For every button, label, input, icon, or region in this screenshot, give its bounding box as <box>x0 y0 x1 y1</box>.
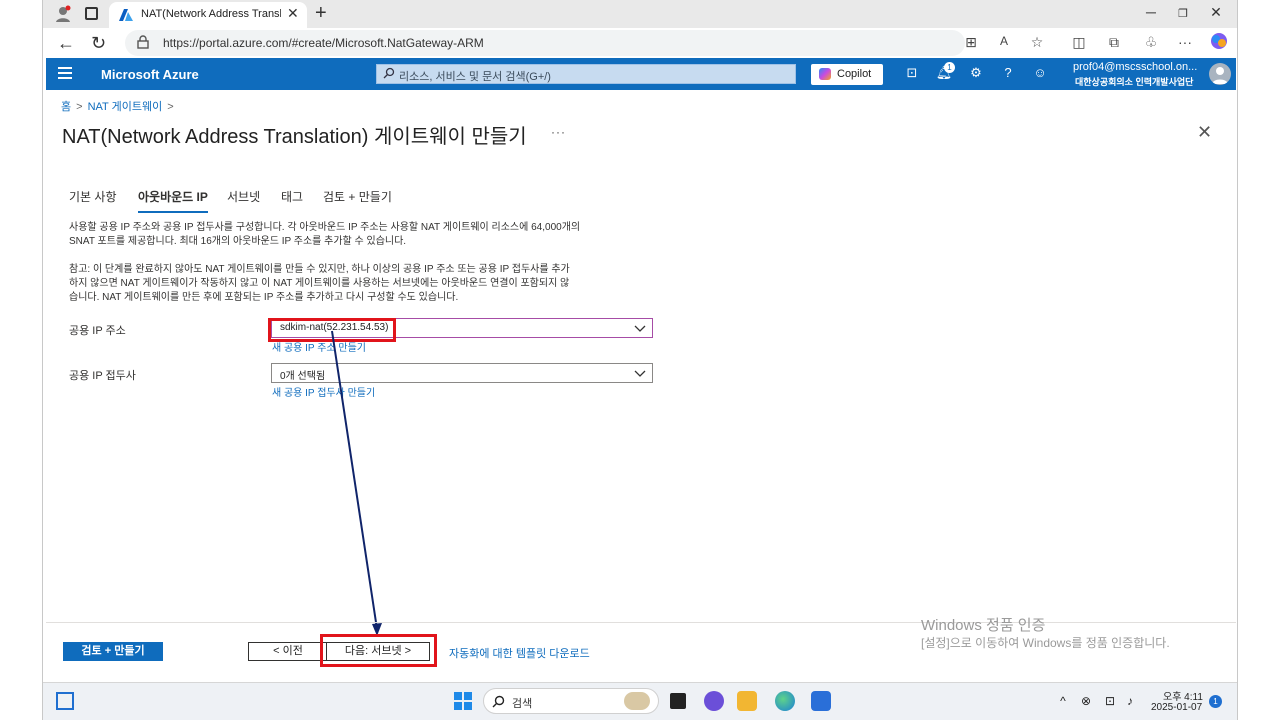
file-explorer-icon[interactable] <box>737 691 757 711</box>
search-highlight-icon <box>624 692 650 710</box>
download-template-link[interactable]: 자동화에 대한 템플릿 다운로드 <box>449 645 590 661</box>
taskbar-search-input[interactable]: 검색 <box>483 688 659 714</box>
teams-icon[interactable] <box>704 691 724 711</box>
start-icon[interactable] <box>454 692 472 710</box>
activation-watermark-title: Windows 정품 인증 <box>921 617 1046 634</box>
task-view-icon[interactable] <box>670 693 686 709</box>
notification-badge[interactable]: 1 <box>1209 695 1222 708</box>
taskbar-search-placeholder: 검색 <box>512 698 533 710</box>
footer-divider <box>46 622 1236 623</box>
review-create-button[interactable]: 검토 + 만들기 <box>63 642 163 661</box>
highlight-box-next <box>320 634 437 667</box>
store-icon[interactable] <box>811 691 831 711</box>
clock-date[interactable]: 2025-01-07 <box>1151 702 1202 713</box>
activation-watermark-text: [설정]으로 이동하여 Windows를 정품 인증합니다. <box>921 636 1170 650</box>
search-icon <box>492 695 505 708</box>
edge-icon[interactable] <box>775 691 795 711</box>
previous-button[interactable]: < 이전 <box>248 642 328 661</box>
widgets-icon[interactable] <box>56 692 74 710</box>
chevron-up-icon[interactable]: ^ <box>1055 694 1071 708</box>
taskbar: 검색 ^ ⊗ ⊡ ♪ 오후 4:11 2025-01-07 1 <box>43 682 1237 720</box>
screen: NAT(Network Address Translation ✕ + ─ ❐ … <box>42 0 1238 720</box>
network-icon[interactable]: ⊡ <box>1102 694 1118 708</box>
annotation-arrow <box>331 330 382 636</box>
meet-icon[interactable]: ⊗ <box>1078 694 1094 708</box>
clock-time[interactable]: 오후 4:11 <box>1163 688 1203 703</box>
volume-icon[interactable]: ♪ <box>1122 694 1138 708</box>
